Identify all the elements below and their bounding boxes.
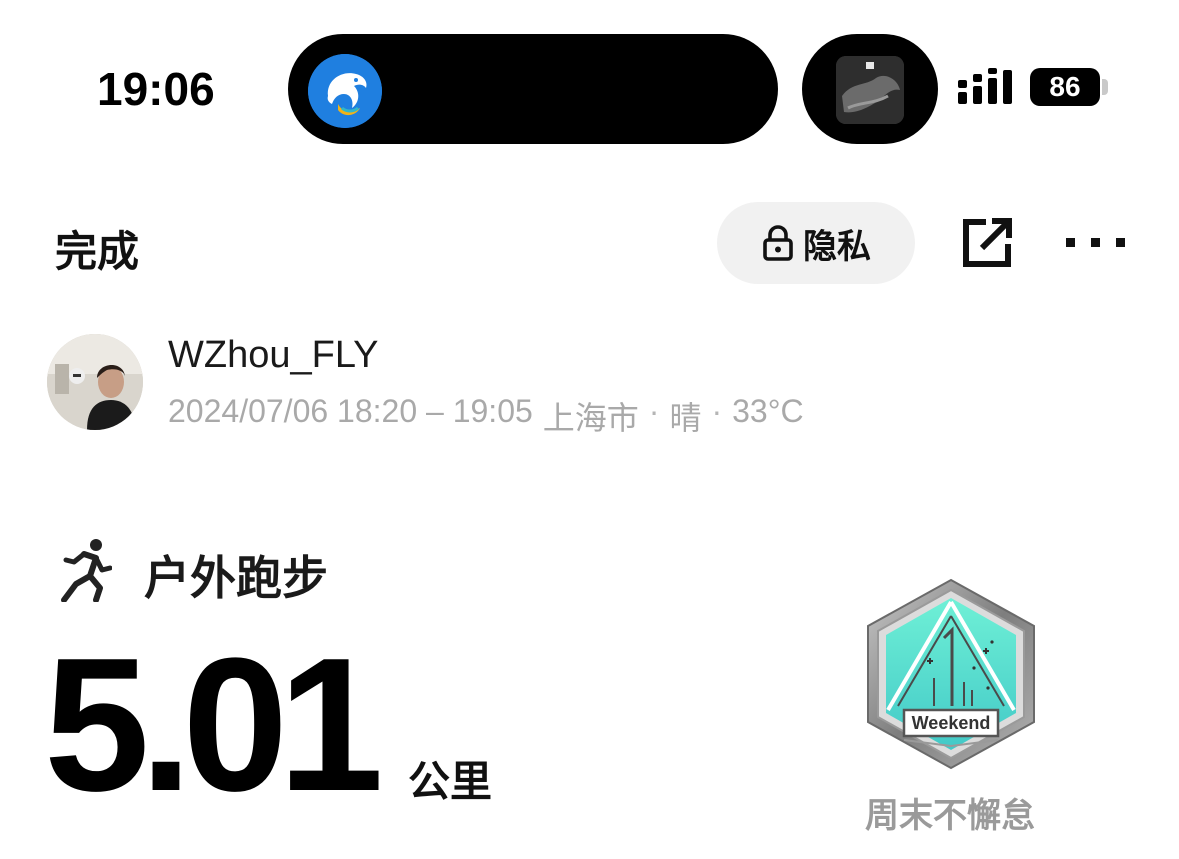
badge-name: 周末不懈怠 (865, 796, 1035, 836)
distance-value: 5.01 (44, 619, 384, 831)
weekend-badge-graphic: Weekend (867, 578, 1035, 770)
battery-indicator: 86 (1030, 68, 1100, 106)
cellular-signal-icon (958, 68, 1012, 104)
temperature: 33°C (732, 393, 804, 429)
workout-detail-screen: 19:06 86 完成 隐私 WZhou_FLY 2024/07/06 18:2… (0, 0, 1179, 859)
dolphin-icon (308, 54, 382, 128)
battery-nub (1102, 79, 1108, 95)
dolphin-app-icon[interactable] (308, 54, 382, 128)
avatar-photo (47, 334, 143, 430)
workout-meta: 2024/07/06 18:20 – 19:05 上海市 · 晴 · 33°C (168, 393, 804, 439)
time-range: 2024/07/06 18:20 – 19:05 (168, 393, 533, 429)
album-art-image (836, 56, 904, 124)
done-button[interactable]: 完成 (55, 218, 139, 279)
workout-type-label: 户外跑步 (144, 551, 328, 605)
username[interactable]: WZhou_FLY (168, 334, 378, 377)
more-dots-icon[interactable] (1064, 230, 1128, 254)
badge-text: Weekend (912, 713, 991, 733)
location: 上海市 (542, 400, 639, 436)
separator: · (711, 393, 723, 429)
lock-icon (763, 225, 793, 261)
music-album-icon[interactable] (836, 56, 904, 124)
running-person-icon (61, 539, 112, 602)
dynamic-island-media[interactable] (802, 34, 938, 144)
avatar[interactable] (47, 334, 143, 430)
dynamic-island[interactable] (288, 34, 778, 144)
privacy-label: 隐私 (803, 226, 871, 267)
weather: 晴 (669, 400, 702, 436)
status-time: 19:06 (97, 63, 215, 115)
separator: · (648, 393, 660, 429)
weekend-badge-icon[interactable]: Weekend (864, 578, 1038, 770)
privacy-button[interactable]: 隐私 (717, 202, 915, 284)
distance-unit: 公里 (408, 757, 493, 806)
share-external-icon[interactable] (960, 216, 1014, 270)
